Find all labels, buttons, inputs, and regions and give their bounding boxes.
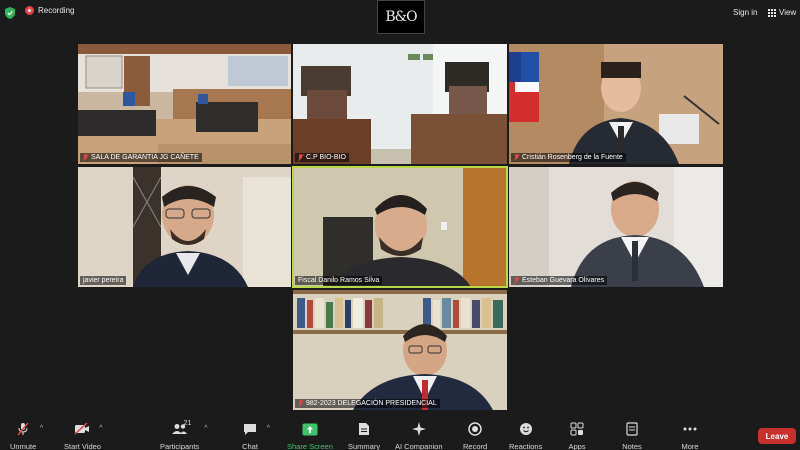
- video-off-icon: ^: [72, 422, 102, 436]
- participant-name: C.P BIO-BIO: [306, 154, 346, 161]
- record-label: Record: [463, 442, 488, 450]
- muted-microphone-icon: ^: [13, 422, 43, 436]
- reactions-label: Reactions: [509, 442, 543, 450]
- apps-button[interactable]: Apps: [567, 422, 587, 450]
- video-tile-participant-2[interactable]: C.P BIO-BIO: [293, 44, 507, 164]
- participant-nameplate: Cristián Rosenberg de la Fuente: [511, 153, 626, 162]
- chevron-up-icon[interactable]: ^: [267, 425, 270, 432]
- summary-label: Summary: [348, 442, 381, 450]
- notes-icon: [622, 422, 642, 436]
- more-button[interactable]: More: [680, 422, 700, 450]
- participant-name: Cristián Rosenberg de la Fuente: [522, 154, 623, 161]
- apps-icon: [567, 422, 587, 436]
- video-feed: [509, 44, 723, 164]
- notes-button[interactable]: Notes: [622, 422, 642, 450]
- participant-name: javier pereira: [83, 277, 124, 284]
- video-tile-participant-4[interactable]: javier pereira: [78, 167, 291, 287]
- record-icon: [465, 422, 485, 436]
- participants-count: 21: [183, 420, 192, 427]
- video-tile-participant-7[interactable]: 982-2023 DELEGACIÓN PRESIDENCIAL: [293, 290, 507, 410]
- security-shield-icon[interactable]: [5, 7, 15, 19]
- chevron-up-icon[interactable]: ^: [40, 425, 43, 432]
- video-feed: [78, 167, 291, 287]
- muted-mic-icon: [298, 400, 304, 407]
- ai-companion-label: AI Companion: [395, 442, 443, 450]
- chat-label: Chat: [242, 442, 258, 450]
- recording-indicator[interactable]: Recording: [25, 6, 74, 15]
- more-label: More: [681, 442, 699, 450]
- start-video-label: Start Video: [64, 442, 101, 450]
- muted-mic-icon: [514, 277, 520, 284]
- participant-nameplate: 982-2023 DELEGACIÓN PRESIDENCIAL: [295, 399, 440, 408]
- muted-mic-icon: [514, 154, 520, 161]
- leave-button[interactable]: Leave: [758, 428, 796, 444]
- apps-label: Apps: [568, 442, 586, 450]
- video-tile-participant-1[interactable]: SALA DE GARANTIA JG CAÑETE: [78, 44, 291, 164]
- recording-label: Recording: [38, 6, 75, 15]
- sign-in-link[interactable]: Sign in: [733, 8, 757, 17]
- reaction-smiley-icon: [516, 422, 536, 436]
- participant-name: Esteban Guevara Olivares: [522, 277, 605, 284]
- participant-name: SALA DE GARANTIA JG CAÑETE: [91, 154, 199, 161]
- record-button[interactable]: Record: [463, 422, 487, 450]
- muted-mic-icon: [83, 154, 89, 161]
- meeting-logo: B&O: [377, 0, 425, 34]
- chat-icon: ^: [240, 422, 270, 436]
- view-label: View: [779, 8, 797, 17]
- view-button[interactable]: View: [768, 8, 796, 17]
- top-bar: Recording B&O Sign in View: [0, 0, 800, 34]
- participant-nameplate: Esteban Guevara Olivares: [511, 276, 608, 285]
- chevron-up-icon[interactable]: ^: [204, 425, 207, 432]
- chevron-up-icon[interactable]: ^: [99, 425, 102, 432]
- participant-nameplate: SALA DE GARANTIA JG CAÑETE: [80, 153, 202, 162]
- start-video-button[interactable]: ^ Start Video: [64, 422, 102, 450]
- unmute-label: Unmute: [10, 442, 37, 450]
- reactions-button[interactable]: Reactions: [509, 422, 542, 450]
- notes-label: Notes: [622, 442, 642, 450]
- participants-icon: 21 ^: [170, 420, 208, 436]
- video-feed: [293, 44, 507, 164]
- chat-button[interactable]: ^ Chat: [240, 422, 270, 450]
- video-feed: [293, 290, 507, 410]
- recording-icon: [25, 6, 34, 15]
- meeting-toolbar: ^ Unmute ^ Start Video 21 ^ Participants…: [0, 418, 800, 450]
- share-screen-button[interactable]: Share Screen: [287, 422, 333, 450]
- zoom-meeting-window: Recording B&O Sign in View SALA DE GARAN…: [0, 0, 800, 450]
- video-tile-participant-6[interactable]: Esteban Guevara Olivares: [509, 167, 723, 287]
- share-screen-label: Share Screen: [287, 442, 333, 450]
- ai-companion-button[interactable]: AI Companion: [395, 422, 443, 450]
- unmute-button[interactable]: ^ Unmute: [10, 422, 43, 450]
- participants-label: Participants: [160, 442, 200, 450]
- share-screen-icon: [300, 422, 320, 436]
- sparkle-icon: [409, 422, 429, 436]
- muted-mic-icon: [298, 154, 304, 161]
- participant-nameplate: Fiscal Danilo Ramos Silva: [295, 276, 383, 285]
- summary-document-icon: [354, 422, 374, 436]
- video-feed: [509, 167, 723, 287]
- participant-nameplate: C.P BIO-BIO: [295, 153, 349, 162]
- participant-name: Fiscal Danilo Ramos Silva: [298, 277, 380, 284]
- video-tile-participant-3[interactable]: Cristián Rosenberg de la Fuente: [509, 44, 723, 164]
- grid-view-icon: [768, 8, 776, 17]
- participant-nameplate: javier pereira: [80, 276, 127, 285]
- video-feed: [78, 44, 291, 164]
- summary-button[interactable]: Summary: [348, 422, 380, 450]
- participant-name: 982-2023 DELEGACIÓN PRESIDENCIAL: [306, 400, 437, 407]
- more-dots-icon: [680, 422, 700, 436]
- video-feed: [293, 167, 507, 287]
- video-tile-active-speaker[interactable]: Fiscal Danilo Ramos Silva: [292, 166, 508, 288]
- participants-button[interactable]: 21 ^ Participants: [160, 420, 208, 450]
